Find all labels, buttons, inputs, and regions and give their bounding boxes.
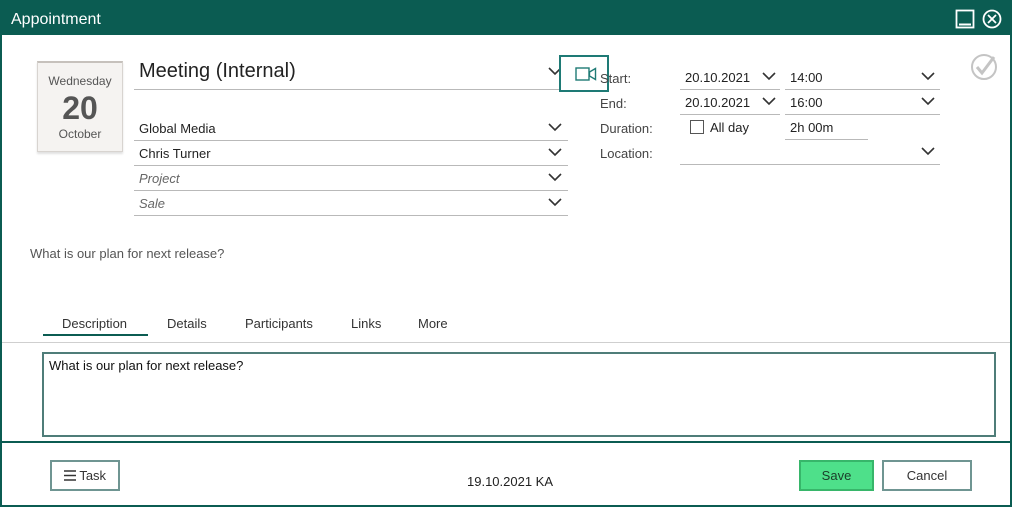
chevron-down-icon[interactable] (921, 97, 935, 106)
chevron-down-icon[interactable] (921, 72, 935, 81)
location-field[interactable] (680, 139, 940, 165)
tab-description[interactable]: Description (62, 316, 127, 331)
end-time-value: 16:00 (790, 95, 823, 110)
hamburger-icon (63, 470, 76, 481)
end-label: End: (600, 96, 627, 111)
contact-value: Chris Turner (139, 146, 211, 161)
project-placeholder: Project (139, 171, 180, 186)
active-tab-indicator (43, 334, 148, 336)
chevron-down-icon[interactable] (921, 147, 935, 156)
window-title: Appointment (11, 11, 101, 28)
project-field[interactable]: Project (134, 165, 568, 191)
start-date-field[interactable]: 20.10.2021 (680, 64, 780, 90)
start-label: Start: (600, 71, 632, 86)
description-text: What is our plan for next release? (49, 358, 244, 373)
appointment-window: Appointment Wednesday 20 October Meeting… (0, 0, 1012, 507)
date-card-day: 20 (62, 90, 98, 126)
minimize-icon[interactable] (955, 9, 975, 29)
date-card: Wednesday 20 October (37, 61, 123, 152)
duration-field[interactable]: 2h 00m (785, 114, 868, 140)
tab-participants[interactable]: Participants (245, 316, 313, 331)
save-button[interactable]: Save (799, 460, 874, 491)
footer-info: 19.10.2021 KA (467, 474, 554, 489)
start-time-value: 14:00 (790, 70, 823, 85)
chevron-down-icon[interactable] (762, 97, 776, 106)
tab-details[interactable]: Details (167, 316, 207, 331)
all-day-label[interactable]: All day (710, 120, 749, 135)
contact-field[interactable]: Chris Turner (134, 140, 568, 166)
chevron-down-icon[interactable] (548, 198, 562, 207)
description-textarea[interactable]: What is our plan for next release? (42, 352, 996, 437)
end-time-field[interactable]: 16:00 (785, 89, 940, 115)
chevron-down-icon[interactable] (762, 72, 776, 81)
start-date-value: 20.10.2021 (685, 70, 751, 85)
subject-field[interactable]: Meeting (Internal) (134, 54, 568, 90)
duration-value: 2h 00m (790, 120, 834, 135)
location-label: Location: (600, 146, 653, 161)
footer-divider (2, 441, 1010, 443)
tab-links[interactable]: Links (351, 316, 381, 331)
chevron-down-icon[interactable] (548, 173, 562, 182)
subject-preview: What is our plan for next release? (30, 246, 225, 261)
end-date-field[interactable]: 20.10.2021 (680, 89, 780, 115)
all-day-checkbox[interactable] (690, 120, 704, 134)
title-bar: Appointment (2, 2, 1010, 35)
start-time-field[interactable]: 14:00 (785, 64, 940, 90)
task-button-label: Task (79, 468, 107, 483)
company-value: Global Media (139, 121, 216, 136)
close-icon[interactable] (982, 9, 1002, 29)
tab-more[interactable]: More (418, 316, 448, 331)
checkmark-circle-icon[interactable] (970, 53, 998, 84)
chevron-down-icon[interactable] (548, 123, 562, 132)
subject-value: Meeting (Internal) (139, 60, 296, 82)
chevron-down-icon[interactable] (548, 148, 562, 157)
tabs-divider (2, 342, 1010, 343)
company-field[interactable]: Global Media (134, 115, 568, 141)
video-camera-icon (575, 67, 597, 81)
date-card-month: October (58, 127, 102, 141)
sale-field[interactable]: Sale (134, 190, 568, 216)
date-card-weekday: Wednesday (48, 74, 112, 88)
duration-label: Duration: (600, 121, 653, 136)
task-button[interactable]: Task (50, 460, 120, 491)
cancel-button[interactable]: Cancel (882, 460, 972, 491)
sale-placeholder: Sale (139, 196, 166, 211)
end-date-value: 20.10.2021 (685, 95, 751, 110)
